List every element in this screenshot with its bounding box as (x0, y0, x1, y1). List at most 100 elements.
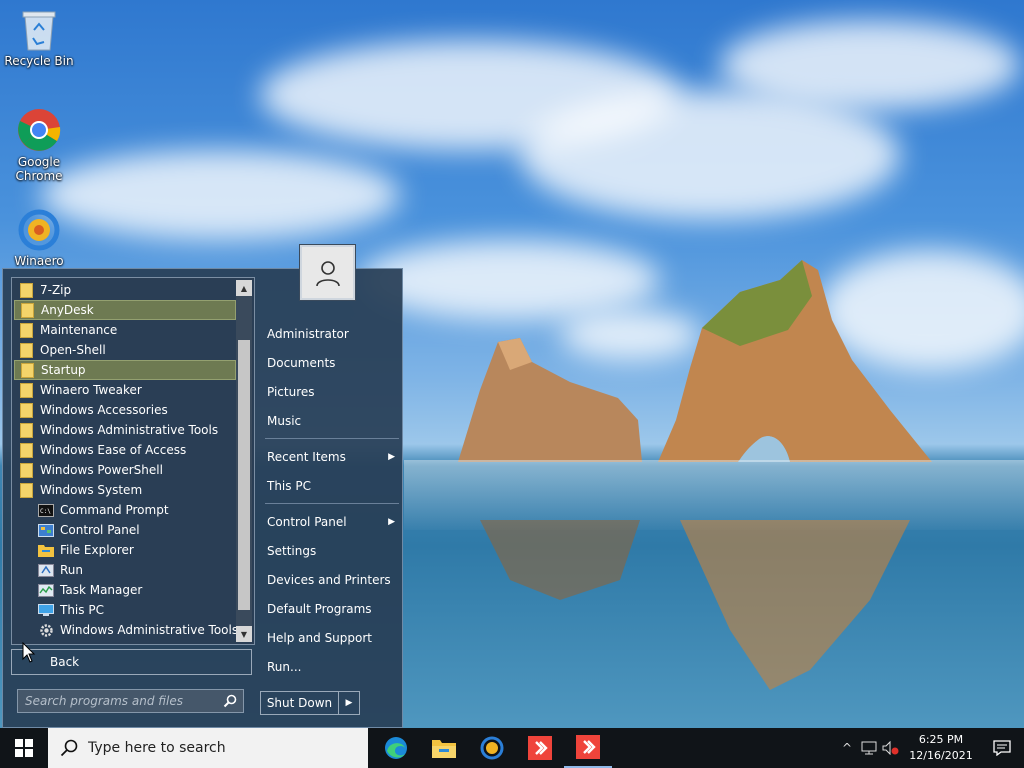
program-folder[interactable]: AnyDesk (14, 300, 236, 320)
programs-search[interactable] (17, 689, 244, 713)
program-folder[interactable]: Windows PowerShell (14, 460, 236, 480)
program-item[interactable]: File Explorer (14, 540, 236, 560)
menu-separator (265, 503, 399, 504)
submenu-arrow-icon: ▶ (388, 451, 395, 462)
start-menu-link[interactable]: Settings (265, 536, 399, 565)
scroll-down-arrow-icon[interactable]: ▼ (236, 626, 252, 642)
start-menu-link-label: Settings (267, 543, 317, 558)
rock-reflection (480, 520, 910, 690)
start-menu-link[interactable]: Help and Support (265, 623, 399, 652)
taskbar: ^ 6:25 PM 12/16/2021 (0, 728, 1024, 768)
notifications-button[interactable] (980, 728, 1024, 768)
programs-search-input[interactable] (25, 694, 215, 708)
taskbar-edge[interactable] (372, 728, 420, 768)
desktop-icon-label: Winaero (14, 254, 64, 268)
network-icon[interactable] (858, 728, 880, 768)
program-label: AnyDesk (41, 303, 94, 317)
folder-icon (20, 482, 33, 498)
program-folder[interactable]: Startup (14, 360, 236, 380)
volume-muted-icon[interactable] (880, 728, 902, 768)
back-button[interactable]: Back (11, 649, 252, 675)
start-menu-link-label: This PC (267, 478, 311, 493)
sea-rocks (458, 260, 932, 462)
program-item[interactable]: Task Manager (14, 580, 236, 600)
folder-icon (20, 282, 33, 298)
shutdown-options-arrow-icon[interactable]: ▶ (339, 692, 359, 714)
program-item[interactable]: Run (14, 560, 236, 580)
chrome-icon (18, 109, 61, 151)
start-menu-link[interactable]: Recent Items ▶ (265, 442, 399, 471)
clock[interactable]: 6:25 PM 12/16/2021 (902, 732, 980, 764)
folder-icon (20, 402, 33, 418)
winaero-icon (480, 736, 504, 760)
start-menu-link-label: Default Programs (267, 601, 372, 616)
start-menu-right-column: Administrator Documents Pictures Music Recen… (265, 319, 399, 681)
program-folder[interactable]: Windows Administrative Tools (14, 420, 236, 440)
scroll-thumb[interactable] (238, 340, 250, 610)
chevron-up-icon[interactable]: ^ (836, 728, 858, 768)
taskbar-search-box[interactable] (48, 728, 368, 768)
windows-logo-icon (15, 739, 33, 757)
desktop-icon-label: Recycle Bin (4, 54, 74, 68)
program-folder[interactable]: Windows Accessories (14, 400, 236, 420)
start-menu-link[interactable]: This PC (265, 471, 399, 500)
start-menu-link[interactable]: Default Programs (265, 594, 399, 623)
command-prompt-icon: C:\ (38, 503, 54, 517)
desktop-icon-google-chrome[interactable]: Google Chrome (1, 107, 77, 183)
program-label: Windows Administrative Tools (40, 423, 219, 437)
start-menu-link-label: Run... (267, 659, 302, 674)
start-menu-link[interactable]: Documents (265, 348, 399, 377)
shutdown-label: Shut Down (266, 696, 333, 710)
user-avatar[interactable] (299, 244, 356, 301)
folder-icon (20, 382, 33, 398)
program-item[interactable]: Control Panel (14, 520, 236, 540)
scroll-up-arrow-icon[interactable]: ▲ (236, 280, 252, 296)
program-folder[interactable]: Open-Shell (14, 340, 236, 360)
program-folder[interactable]: Windows System (14, 480, 236, 500)
program-label: Windows Ease of Access (40, 443, 187, 457)
taskbar-search-input[interactable] (88, 740, 348, 756)
program-label: Control Panel (60, 523, 140, 537)
program-item[interactable]: Windows Administrative Tools (14, 620, 238, 640)
program-folder[interactable]: Maintenance (14, 320, 236, 340)
system-tray: ^ 6:25 PM 12/16/2021 (836, 728, 1024, 768)
start-menu-link[interactable]: Music (265, 406, 399, 435)
taskbar-anydesk-2[interactable] (564, 728, 612, 768)
search-icon[interactable] (223, 694, 237, 708)
folder-icon (21, 362, 34, 378)
control-panel-icon (38, 523, 54, 537)
desktop-icon-recycle-bin[interactable]: Recycle Bin (1, 8, 77, 68)
start-menu-link[interactable]: Pictures (265, 377, 399, 406)
program-label: Task Manager (60, 583, 143, 597)
user-icon (315, 260, 340, 286)
winaero-icon (18, 209, 60, 251)
program-label: 7-Zip (40, 283, 72, 297)
program-folder[interactable]: Windows Ease of Access (14, 440, 236, 460)
program-folder[interactable]: Winaero Tweaker (14, 380, 236, 400)
start-menu-link[interactable]: Control Panel ▶ (265, 507, 399, 536)
program-item[interactable]: This PC (14, 600, 236, 620)
start-menu-link[interactable]: Devices and Printers (265, 565, 399, 594)
start-button[interactable] (0, 728, 48, 768)
file-explorer-icon (432, 740, 456, 758)
start-menu-link[interactable]: Run... (265, 652, 399, 681)
back-button-label: Back (50, 655, 80, 669)
folder-icon (20, 322, 33, 338)
start-menu-link-label: Control Panel (267, 514, 347, 529)
desktop-icon-winaero[interactable]: Winaero (1, 208, 77, 268)
edge-icon (385, 737, 407, 759)
desktop-icon-label: Google Chrome (15, 155, 63, 183)
shutdown-button[interactable]: Shut Down (261, 692, 339, 714)
program-label: Winaero Tweaker (40, 383, 142, 397)
taskbar-winaero[interactable] (468, 728, 516, 768)
program-item[interactable]: C:\ Command Prompt (14, 500, 236, 520)
folder-icon (20, 342, 33, 358)
taskbar-file-explorer[interactable] (420, 728, 468, 768)
taskbar-anydesk-1[interactable] (516, 728, 564, 768)
start-menu-link-label: Recent Items (267, 449, 346, 464)
programs-scrollbar[interactable]: ▲ ▼ (236, 280, 252, 642)
start-menu-link[interactable]: Administrator (265, 319, 399, 348)
program-folder[interactable]: 7-Zip (14, 280, 236, 300)
this-pc-icon (38, 603, 54, 617)
program-label: Windows PowerShell (40, 463, 163, 477)
